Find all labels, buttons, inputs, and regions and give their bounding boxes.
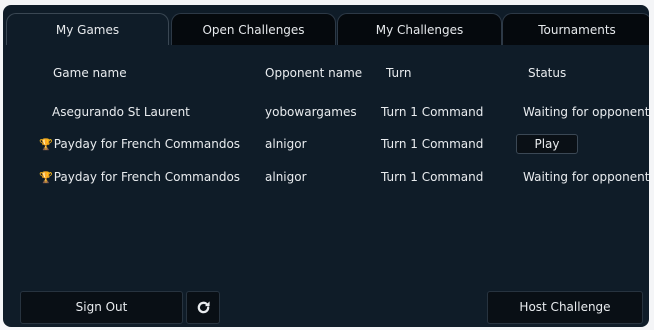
opponent-name: alnigor — [265, 170, 307, 184]
refresh-icon — [197, 301, 210, 314]
header-game-name: Game name — [53, 66, 127, 80]
tab-my-games[interactable]: My Games — [6, 13, 169, 45]
header-status: Status — [528, 66, 567, 80]
turn-value: Turn 1 Command — [381, 170, 484, 184]
game-name-cell: 🏆Payday for French Commandos — [39, 166, 240, 189]
trophy-icon: 🏆 — [39, 171, 53, 184]
table-row[interactable]: 🏆Payday for French Commandos alnigor Tur… — [3, 133, 649, 155]
status-value: Waiting for opponent... — [523, 170, 649, 184]
game-name-cell: 🏆Payday for French Commandos — [39, 133, 240, 156]
game-name: Payday for French Commandos — [53, 170, 241, 184]
tab-my-challenges[interactable]: My Challenges — [337, 13, 502, 45]
game-name: Asegurando St Laurent — [52, 105, 190, 119]
tab-open-challenges[interactable]: Open Challenges — [171, 13, 336, 45]
refresh-button[interactable] — [186, 291, 220, 324]
sign-out-button[interactable]: Sign Out — [20, 291, 183, 324]
turn-value: Turn 1 Command — [381, 105, 484, 119]
table-row[interactable]: Asegurando St Laurent yobowargames Turn … — [3, 101, 649, 123]
opponent-name: yobowargames — [265, 105, 357, 119]
trophy-icon: 🏆 — [39, 138, 53, 151]
table-header: Game name Opponent name Turn Status — [3, 62, 649, 84]
tab-bar: My Games Open Challenges My Challenges T… — [3, 5, 649, 45]
host-challenge-button[interactable]: Host Challenge — [487, 291, 643, 324]
tab-tournaments[interactable]: Tournaments — [502, 13, 649, 45]
game-lobby-panel: My Games Open Challenges My Challenges T… — [3, 5, 649, 327]
header-opponent-name: Opponent name — [265, 66, 363, 80]
header-turn: Turn — [386, 66, 412, 80]
table-row[interactable]: 🏆Payday for French Commandos alnigor Tur… — [3, 166, 649, 188]
play-button[interactable]: Play — [516, 134, 578, 154]
game-name: Payday for French Commandos — [53, 137, 241, 151]
opponent-name: alnigor — [265, 137, 307, 151]
turn-value: Turn 1 Command — [381, 137, 484, 151]
status-value: Waiting for opponent... — [523, 105, 649, 119]
